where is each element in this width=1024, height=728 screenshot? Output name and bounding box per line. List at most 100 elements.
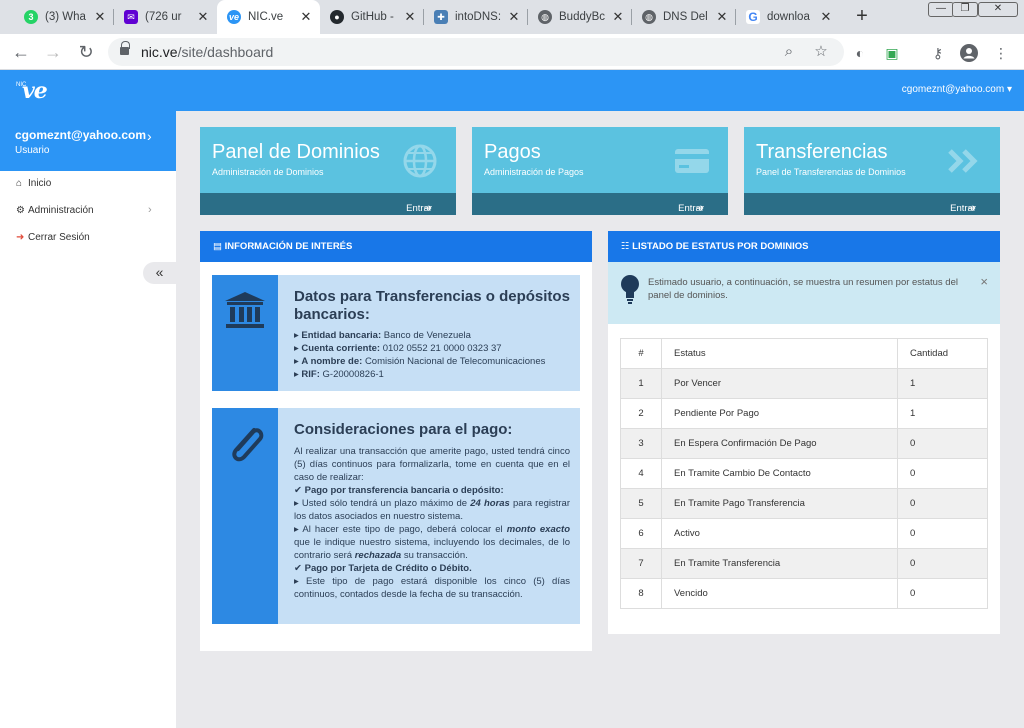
- payment-intro: Al realizar una transacción que amerite …: [294, 446, 570, 483]
- browser-tab[interactable]: ✚ intoDNS: ✕: [424, 0, 528, 34]
- key-icon[interactable]: ⚷: [929, 44, 947, 62]
- bank-icon: [225, 292, 265, 328]
- card-pagos[interactable]: Pagos Administración de Pagos Entrar ➔: [472, 127, 728, 215]
- tab-label: downloa: [767, 11, 810, 23]
- close-icon[interactable]: ✕: [714, 9, 730, 25]
- close-icon[interactable]: ✕: [610, 9, 626, 25]
- zoom-icon[interactable]: ⌕: [780, 43, 798, 61]
- browser-tab[interactable]: G downloa ✕: [736, 0, 840, 34]
- column-header: Estatus: [661, 338, 898, 369]
- browser-tab[interactable]: ◍ BuddyBc ✕: [528, 0, 632, 34]
- payment-bank-p1: ▸ Usted sólo tendrá un plazo máximo de 2…: [294, 498, 571, 522]
- yahoo-mail-icon: ✉: [124, 10, 138, 24]
- card-footer[interactable]: Entrar ➔: [472, 193, 728, 215]
- table-row: 4 En Tramite Cambio De Contacto 0: [620, 458, 988, 489]
- close-icon[interactable]: ✕: [402, 9, 418, 25]
- reload-icon[interactable]: ↻: [75, 41, 97, 63]
- sidebar-user-role: Usuario: [15, 145, 50, 156]
- restore-icon[interactable]: ❐: [952, 2, 978, 17]
- credit-card-icon: [675, 149, 709, 173]
- table-row: 1 Por Vencer 1: [620, 368, 988, 399]
- back-icon[interactable]: ←: [10, 41, 32, 63]
- url-text[interactable]: nic.ve/site/dashboard: [141, 44, 273, 60]
- globe-icon: ◍: [538, 10, 552, 24]
- browser-tab-active[interactable]: ve NIC.ve ✕: [217, 0, 320, 34]
- status-panel: ☷ LISTADO DE ESTATUS POR DOMINIOS Estima…: [608, 231, 1000, 634]
- chevron-right-icon: ›: [147, 128, 152, 144]
- card-title: Transferencias: [756, 141, 888, 163]
- nicve-icon: ve: [227, 10, 241, 24]
- close-icon[interactable]: ✕: [818, 9, 834, 25]
- bank-row: ▸ Entidad bancaria: Banco de Venezuela: [294, 330, 471, 341]
- payment-info-box: Consideraciones para el pago: Al realiza…: [212, 408, 580, 624]
- info-panel: ▤ INFORMACIÓN DE INTERÉS Datos para Tran…: [200, 231, 592, 651]
- browser-tab[interactable]: ● GitHub - ✕: [320, 0, 424, 34]
- browser-tab[interactable]: ◍ DNS Del ✕: [632, 0, 736, 34]
- list-icon: ☷: [621, 241, 633, 252]
- browser-tab[interactable]: ✉ (726 ur ✕: [114, 0, 217, 34]
- tab-label: intoDNS:: [455, 11, 502, 23]
- card-footer[interactable]: Entrar ➔: [200, 193, 456, 215]
- close-icon[interactable]: ✕: [92, 9, 108, 25]
- payment-card-title: ✔ Pago por Tarjeta de Crédito o Débito.: [294, 563, 472, 574]
- extension-icon[interactable]: ◐: [851, 44, 869, 62]
- sidebar-user[interactable]: cgomeznt@yahoo.com Usuario ›: [0, 111, 176, 171]
- google-icon: G: [746, 10, 760, 24]
- minimize-icon[interactable]: —: [928, 2, 954, 17]
- arrow-circle-icon: ➔: [968, 203, 976, 214]
- table-row: 8 Vencido 0: [620, 578, 988, 609]
- sidebar-item-inicio[interactable]: ⌂ Inicio: [16, 178, 51, 189]
- paperclip-icon: [232, 428, 264, 462]
- check-icon: ✔: [294, 563, 302, 574]
- sidebar-item-administracion[interactable]: ⚙ Administración ›: [16, 204, 152, 216]
- arrow-circle-icon: ➔: [424, 203, 432, 214]
- arrow-circle-icon: ➔: [696, 203, 704, 214]
- bookmark-star-icon[interactable]: ☆: [812, 43, 830, 61]
- payment-card-p: ▸ Este tipo de pago estará disponible lo…: [294, 576, 570, 600]
- close-icon[interactable]: ✕: [298, 9, 314, 25]
- card-transferencias[interactable]: Transferencias Panel de Transferencias d…: [744, 127, 1000, 215]
- check-icon: ✔: [294, 485, 302, 496]
- tab-label: NIC.ve: [248, 11, 284, 23]
- collapse-sidebar-button[interactable]: «: [143, 262, 176, 284]
- card-subtitle: Administración de Dominios: [212, 167, 324, 177]
- globe-icon: ◍: [642, 10, 656, 24]
- menu-icon[interactable]: ⋮: [992, 44, 1010, 62]
- notice-alert: Estimado usuario, a continuación, se mue…: [608, 262, 1000, 324]
- close-icon[interactable]: ✕: [506, 9, 522, 25]
- notice-text: Estimado usuario, a continuación, se mue…: [648, 277, 958, 301]
- close-icon[interactable]: ×: [980, 274, 988, 289]
- card-title: Pagos: [484, 141, 541, 163]
- lightbulb-icon: [621, 275, 639, 304]
- bank-info-heading: Datos para Transferencias o depósitos ba…: [294, 288, 570, 323]
- payment-info-heading: Consideraciones para el pago:: [294, 421, 513, 438]
- address-bar[interactable]: nic.ve/site/dashboard ⌕ ☆: [108, 38, 844, 66]
- home-icon: ⌂: [16, 178, 23, 189]
- browser-toolbar: ← → ↻ nic.ve/site/dashboard ⌕ ☆ ◐ ▣ ⚷ ⋮: [0, 34, 1024, 70]
- table-row: 7 En Tramite Transferencia 0: [620, 548, 988, 579]
- profile-icon[interactable]: [960, 44, 978, 62]
- close-window-icon[interactable]: ✕: [978, 2, 1018, 17]
- sidebar-user-email: cgomeznt@yahoo.com: [15, 128, 147, 142]
- table-header-row: # Estatus Cantidad: [620, 338, 988, 369]
- card-panel-dominios[interactable]: Panel de Dominios Administración de Domi…: [200, 127, 456, 215]
- globe-icon: [403, 144, 437, 178]
- browser-tab[interactable]: 3 (3) Wha ✕: [14, 0, 114, 34]
- status-table: # Estatus Cantidad 1 Por Vencer 1 2 Pendien…: [620, 338, 988, 609]
- close-icon[interactable]: ✕: [195, 9, 211, 25]
- table-row: 5 En Tramite Pago Transferencia 0: [620, 488, 988, 519]
- card-subtitle: Panel de Transferencias de Dominios: [756, 167, 906, 177]
- browser-tab-bar: 3 (3) Wha ✕ ✉ (726 ur ✕ ve NIC.ve ✕ ● Gi…: [0, 0, 1024, 34]
- sidebar: cgomeznt@yahoo.com Usuario › ⌂ Inicio ⚙ Ad…: [0, 111, 176, 728]
- user-menu[interactable]: cgomeznt@yahoo.com ▾: [902, 84, 1012, 95]
- forward-icon[interactable]: →: [42, 41, 64, 63]
- bank-row: ▸ A nombre de: Comisión Nacional de Tele…: [294, 356, 546, 367]
- sidebar-item-cerrar-sesion[interactable]: ➜ Cerrar Sesión: [16, 232, 90, 243]
- tab-label: DNS Del: [663, 11, 708, 23]
- extension-icon[interactable]: ▣: [883, 44, 901, 62]
- new-tab-button[interactable]: +: [850, 5, 874, 29]
- lock-icon[interactable]: [120, 41, 130, 57]
- sign-out-icon: ➜: [16, 232, 25, 243]
- card-footer[interactable]: Entrar ➔: [744, 193, 1000, 215]
- panel-header: ☷ LISTADO DE ESTATUS POR DOMINIOS: [608, 231, 1000, 262]
